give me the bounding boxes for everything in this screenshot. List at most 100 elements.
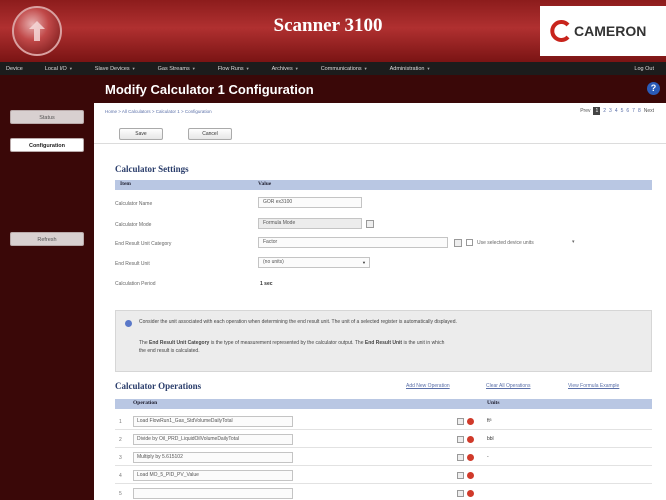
settings-section-title: Calculator Settings: [115, 164, 189, 174]
end-unit-label: End Result Unit: [115, 261, 150, 267]
info-line-2: The End Result Unit Category is the type…: [139, 340, 444, 347]
row-number: 3: [119, 455, 122, 461]
delete-icon[interactable]: [467, 418, 474, 425]
info-line-3: the end result is calculated.: [139, 348, 200, 354]
chevron-down-icon: ▼: [362, 260, 366, 265]
chevron-down-icon: ▼: [426, 66, 431, 71]
calculator-name-input[interactable]: GOR ex3100: [258, 197, 362, 208]
info-line-1: Consider the unit associated with each o…: [139, 319, 457, 325]
use-device-units-label: Use selected device units: [477, 240, 534, 246]
pager-next[interactable]: Next: [644, 108, 654, 114]
nav-communications[interactable]: Communications ▼: [321, 66, 368, 72]
nav-label: Communications: [320, 65, 362, 72]
table-row: 3 Multiply by 5.615102 -: [115, 450, 652, 466]
pager-page[interactable]: 5: [621, 108, 624, 114]
nav-flow-runs[interactable]: Flow Runs ▼: [218, 66, 250, 72]
brand-name: CAMERON: [574, 23, 647, 39]
col-value-header: Value: [258, 181, 272, 187]
nav-label: Flow Runs: [217, 65, 244, 72]
cancel-button[interactable]: Cancel: [188, 128, 232, 140]
pager-prev[interactable]: Prev: [580, 108, 590, 114]
pager-page[interactable]: 7: [632, 108, 635, 114]
formula-example-link[interactable]: View Formula Example: [568, 383, 619, 389]
operation-input[interactable]: Load FlowRun1_Gas_StdVolumeDailyTotal: [133, 416, 293, 427]
edit-mode-icon[interactable]: [366, 220, 374, 228]
row-number: 4: [119, 473, 122, 479]
breadcrumb[interactable]: Home > All Calculators > Calculator 1 > …: [105, 109, 212, 114]
info-text-part: is the unit in which: [403, 340, 445, 346]
calculator-mode-field: Formula Mode: [258, 218, 362, 229]
sidebar: Status Configuration Refresh: [0, 75, 94, 500]
clear-operations-link[interactable]: Clear All Operations: [486, 383, 530, 389]
info-box: Consider the unit associated with each o…: [115, 310, 652, 372]
delete-icon[interactable]: [467, 490, 474, 497]
pager-page[interactable]: 8: [638, 108, 641, 114]
nav-label: Archives: [271, 65, 293, 72]
pager-page[interactable]: 4: [615, 108, 618, 114]
delete-icon[interactable]: [467, 436, 474, 443]
operation-input[interactable]: Load MO_5_PID_PV_Value: [133, 470, 293, 481]
table-row: 4 Load MO_5_PID_PV_Value: [115, 468, 652, 484]
sidebar-refresh-button[interactable]: Refresh: [10, 232, 84, 246]
edit-icon[interactable]: [457, 472, 464, 479]
info-bold-term: End Result Unit Category: [149, 340, 210, 346]
end-unit-value: (no units): [263, 259, 284, 265]
use-device-units-checkbox[interactable]: [466, 239, 473, 246]
main-nav: Device Local I/O ▼ Slave Devices ▼ Gas Str…: [0, 62, 666, 75]
table-row: 2 Divide by Oil_PRD_LiquidOilVolumeDaily…: [115, 432, 652, 448]
chevron-down-icon: ▼: [131, 66, 136, 71]
sidebar-status-button[interactable]: Status: [10, 110, 84, 124]
pager-page[interactable]: 1: [593, 107, 601, 115]
delete-icon[interactable]: [467, 472, 474, 479]
help-icon[interactable]: ?: [647, 82, 660, 95]
pager-page[interactable]: 3: [609, 108, 612, 114]
nav-administration[interactable]: Administration ▼: [390, 66, 431, 72]
info-bold-term: End Result Unit: [364, 340, 403, 346]
pager: Prev 1 2 3 4 5 6 7 8 Next: [580, 107, 654, 115]
nav-gas-streams[interactable]: Gas Streams ▼: [158, 66, 196, 72]
table-row: 1 Load FlowRun1_Gas_StdVolumeDailyTotal …: [115, 414, 652, 430]
sidebar-configuration-button[interactable]: Configuration: [10, 138, 84, 152]
edit-icon[interactable]: [457, 418, 464, 425]
pager-page[interactable]: 6: [626, 108, 629, 114]
col-item-header: Item: [120, 181, 131, 187]
unit-category-picker-icon[interactable]: [454, 239, 462, 247]
chevron-down-icon: ▼: [363, 66, 368, 71]
scanner-logo-icon: [12, 6, 62, 56]
pager-page[interactable]: 2: [603, 108, 606, 114]
period-label: Calculation Period: [115, 281, 156, 287]
col-units-header: Units: [487, 400, 500, 406]
nav-label: Slave Devices: [94, 65, 130, 72]
main-content: Modify Calculator 1 Configuration ? Home…: [94, 75, 666, 500]
page-title-bar: Modify Calculator 1 Configuration ?: [94, 75, 666, 103]
chevron-down-icon[interactable]: ▾: [572, 239, 575, 245]
operations-table-header: Operation Units: [115, 399, 652, 409]
add-operation-link[interactable]: Add New Operation: [406, 383, 450, 389]
edit-icon[interactable]: [457, 454, 464, 461]
period-value: 1 sec: [260, 281, 273, 287]
row-number: 2: [119, 437, 122, 443]
operation-input[interactable]: Multiply by 5.615102: [133, 452, 293, 463]
nav-device[interactable]: Device: [6, 66, 23, 72]
operation-input[interactable]: [133, 488, 293, 499]
nav-label: Local I/O: [44, 65, 67, 72]
chevron-down-icon: ▼: [294, 66, 299, 71]
save-button[interactable]: Save: [119, 128, 163, 140]
nav-logout[interactable]: Log Out: [634, 66, 654, 72]
row-number: 1: [119, 419, 122, 425]
nav-local-io[interactable]: Local I/O ▼: [45, 66, 73, 72]
nav-archives[interactable]: Archives ▼: [272, 66, 299, 72]
end-unit-select[interactable]: (no units) ▼: [258, 257, 370, 268]
edit-icon[interactable]: [457, 436, 464, 443]
operation-input[interactable]: Divide by Oil_PRD_LiquidOilVolumeDailyTo…: [133, 434, 293, 445]
nav-label: Gas Streams: [157, 65, 190, 72]
calculator-mode-label: Calculator Mode: [115, 222, 152, 228]
delete-icon[interactable]: [467, 454, 474, 461]
nav-slave-devices[interactable]: Slave Devices ▼: [95, 66, 136, 72]
units-value: ft³: [487, 418, 492, 424]
edit-icon[interactable]: [457, 490, 464, 497]
nav-label: Administration: [389, 65, 425, 72]
chevron-down-icon: ▼: [191, 66, 196, 71]
unit-category-input[interactable]: Factor: [258, 237, 448, 248]
units-value: bbl: [487, 436, 494, 442]
